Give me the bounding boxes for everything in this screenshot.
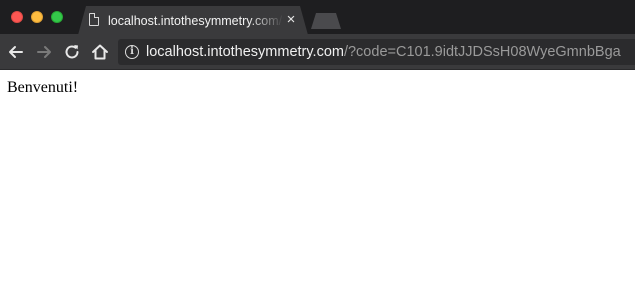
url-host: localhost.intothesymmetry.com <box>146 44 344 60</box>
arrow-right-icon <box>37 46 51 58</box>
tab-title: localhost.intothesymmetry.com/?code=C101… <box>108 14 284 28</box>
home-button[interactable] <box>90 42 110 62</box>
reload-icon <box>65 45 79 59</box>
browser-tab[interactable]: localhost.intothesymmetry.com/?code=C101… <box>78 6 308 35</box>
arrow-left-icon <box>9 46 23 58</box>
tab-close-button[interactable]: × <box>283 12 299 28</box>
home-icon <box>92 44 108 60</box>
document-icon <box>89 13 99 26</box>
window-close-button[interactable] <box>11 11 23 23</box>
window-minimize-button[interactable] <box>31 11 43 23</box>
url-path: /?code=C101.9idtJJDSsH08WyeGmnbBga <box>343 44 621 60</box>
reload-button[interactable] <box>62 42 82 62</box>
page-content: Benvenuti! <box>0 71 635 304</box>
url-text[interactable]: localhost.intothesymmetry.com/?code=C101… <box>146 43 621 61</box>
welcome-text: Benvenuti! <box>7 79 79 96</box>
window-maximize-button[interactable] <box>51 11 63 23</box>
forward-button[interactable] <box>34 42 54 62</box>
info-icon[interactable]: i <box>125 45 139 59</box>
new-tab-button[interactable] <box>311 13 341 29</box>
address-bar[interactable]: i localhost.intothesymmetry.com/?code=C1… <box>118 39 635 65</box>
browser-titlebar: localhost.intothesymmetry.com/?code=C101… <box>0 0 635 34</box>
back-button[interactable] <box>6 42 26 62</box>
browser-toolbar: i localhost.intothesymmetry.com/?code=C1… <box>0 34 635 70</box>
